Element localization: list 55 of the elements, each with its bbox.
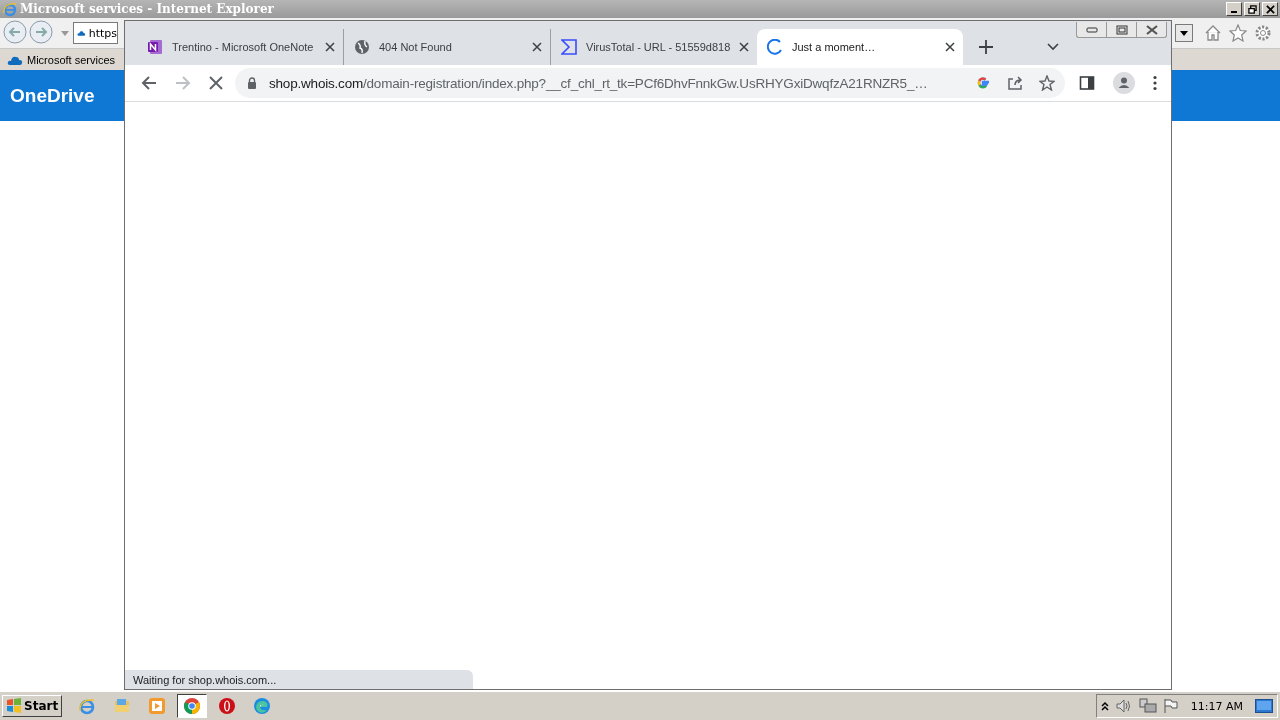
home-icon[interactable] xyxy=(1204,24,1222,42)
settings-icon[interactable] xyxy=(1254,24,1272,42)
restore-icon xyxy=(1247,4,1257,14)
close-icon xyxy=(1265,4,1275,14)
bookmark-star-icon[interactable] xyxy=(1039,75,1055,91)
network-icon[interactable] xyxy=(1138,698,1157,714)
close-tab-icon[interactable] xyxy=(325,42,335,52)
close-tab-icon[interactable] xyxy=(532,42,542,52)
menu-icon[interactable] xyxy=(1153,75,1157,91)
notebook-icon xyxy=(147,39,163,55)
side-panel-icon[interactable] xyxy=(1079,75,1095,91)
speaker-icon[interactable] xyxy=(1114,698,1133,714)
app-title: OneDrive xyxy=(10,84,95,107)
browser-tab[interactable]: 404 Not Found xyxy=(344,29,551,65)
clock[interactable]: 11:17 AM xyxy=(1190,699,1243,713)
browser-tab[interactable]: VirusTotal - URL - 51559d818 xyxy=(551,29,757,65)
windows-logo-icon xyxy=(6,698,22,714)
new-tab-icon[interactable] xyxy=(979,40,993,54)
close-icon xyxy=(1145,24,1158,35)
sigma-icon xyxy=(561,39,577,55)
share-icon[interactable] xyxy=(1007,75,1023,91)
show-desktop-icon[interactable] xyxy=(1255,699,1273,713)
chrome-taskbar-icon[interactable] xyxy=(177,694,208,718)
cloud-icon xyxy=(77,28,86,38)
minimize-icon xyxy=(1085,26,1098,33)
favorites-tab[interactable]: Microsoft services xyxy=(4,51,119,68)
show-hidden-icons-icon[interactable] xyxy=(1100,701,1109,711)
window-title: Microsoft services - Internet Explorer xyxy=(20,2,274,16)
status-bubble: Waiting for shop.whois.com... xyxy=(125,670,473,689)
lock-icon xyxy=(247,77,257,89)
close-button[interactable] xyxy=(1136,22,1167,38)
flag-icon[interactable] xyxy=(1162,698,1179,714)
close-tab-icon[interactable] xyxy=(739,42,749,52)
minimize-icon xyxy=(1231,11,1237,13)
favorites-star-icon[interactable] xyxy=(1229,24,1247,42)
url-text: shop.whois.com/domain-registration/index.php?__cf_chl_rt_tk=PCf6DhvFnnkGw.UsRHYGxiDwqfzA21RNZR5_… xyxy=(269,75,929,91)
browser-tab[interactable]: Just a moment… xyxy=(757,29,963,65)
browser-tab[interactable]: Trentino - Microsoft OneNote xyxy=(137,29,344,65)
cloud-icon xyxy=(7,54,23,65)
restore-icon xyxy=(1115,24,1128,35)
google-g-icon[interactable] xyxy=(975,75,991,91)
chevron-down-icon[interactable] xyxy=(1047,43,1059,51)
address-dropdown-button[interactable] xyxy=(1175,24,1193,42)
caret-icon xyxy=(1180,30,1188,36)
address-field[interactable]: https xyxy=(73,22,118,44)
stop-loading-icon[interactable] xyxy=(209,76,223,90)
ie-logo-icon xyxy=(2,1,18,17)
address-bar[interactable]: shop.whois.com/domain-registration/index.php?__cf_chl_rt_tk=PCf6DhvFnnkGw.UsRHYGxiDwqfzA21RNZR5_… xyxy=(235,68,1065,98)
globe-icon xyxy=(354,39,370,55)
profile-avatar-icon[interactable] xyxy=(1113,72,1135,94)
start-button[interactable]: Start xyxy=(2,695,63,717)
back-arrow-icon[interactable] xyxy=(141,75,157,91)
close-tab-icon[interactable] xyxy=(945,42,955,52)
loading-spinner-icon xyxy=(767,39,783,55)
tab-title: Microsoft services xyxy=(27,53,116,66)
